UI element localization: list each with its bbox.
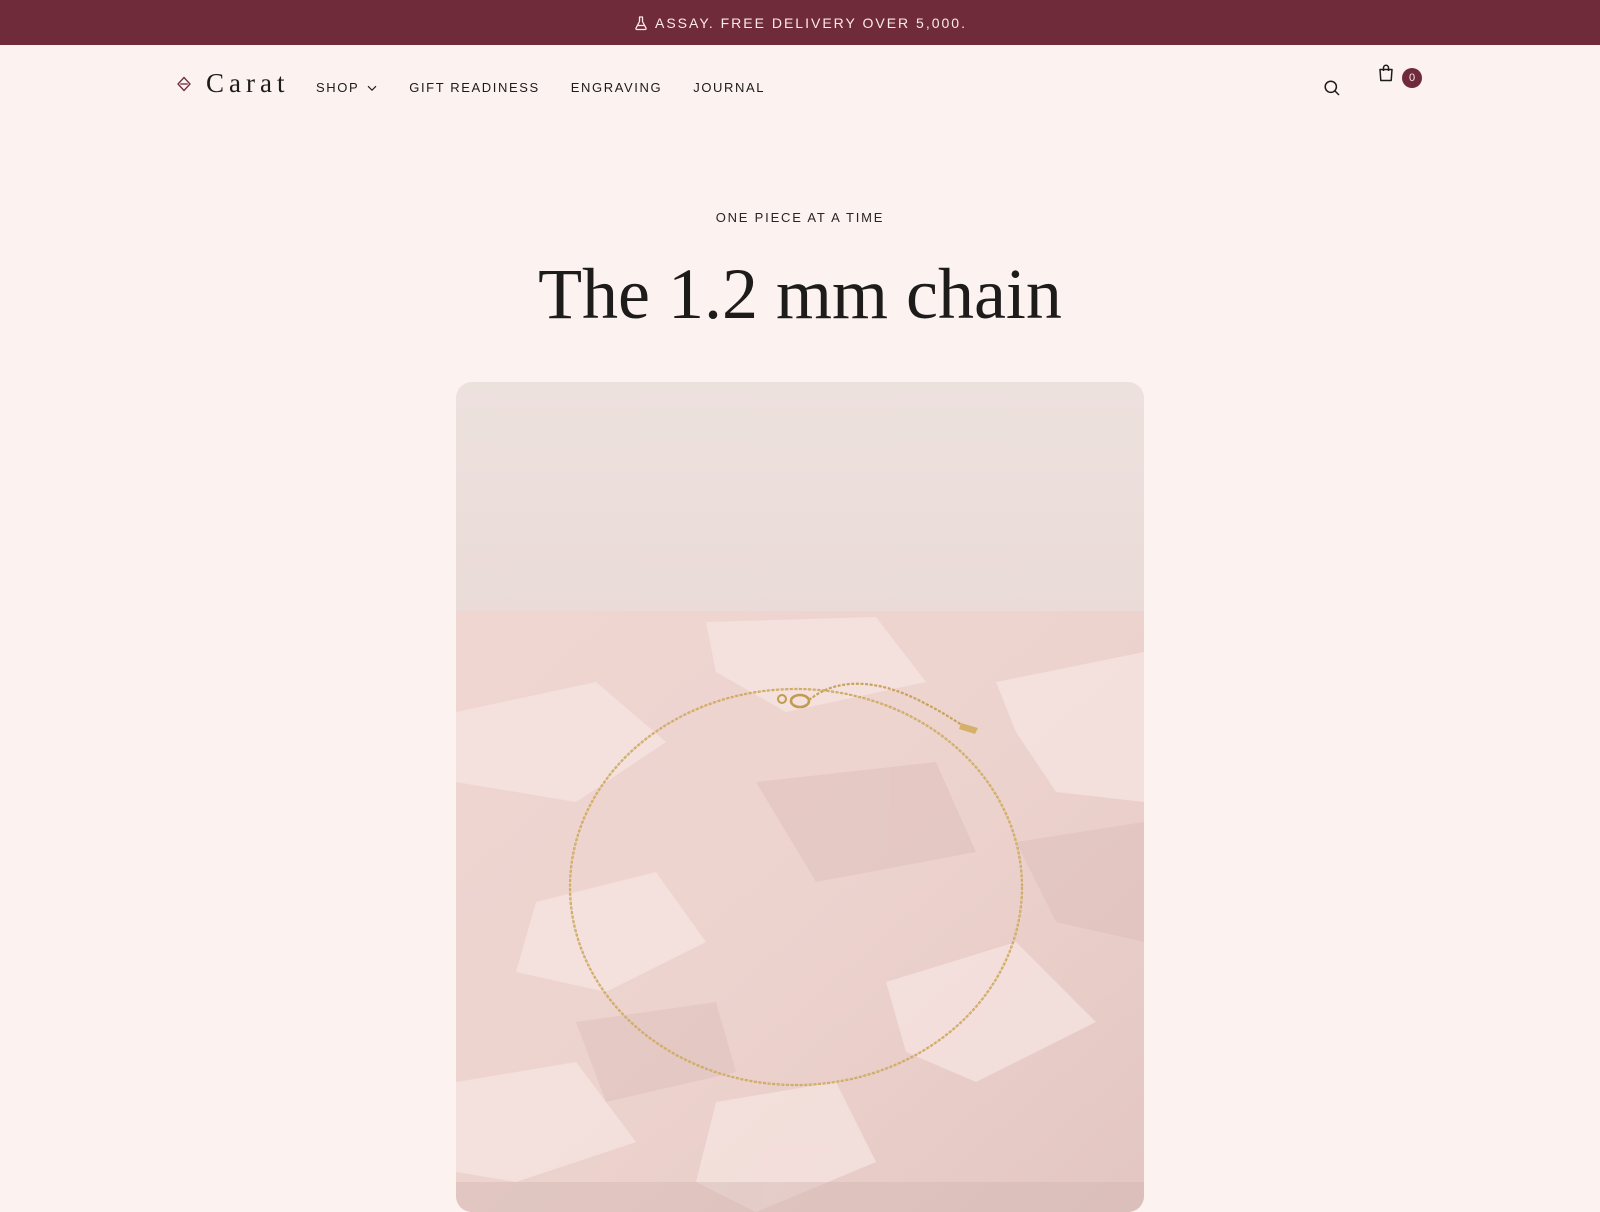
nav-item-gift-readiness[interactable]: GIFT READINESS bbox=[409, 80, 540, 95]
nav-item-shop[interactable]: SHOP bbox=[316, 80, 378, 95]
shopping-bag-icon bbox=[1376, 63, 1396, 83]
nav-item-label: SHOP bbox=[316, 80, 360, 95]
search-button[interactable] bbox=[1322, 78, 1342, 98]
hero-eyebrow: ONE PIECE AT A TIME bbox=[715, 210, 885, 225]
nav-item-engraving[interactable]: ENGRAVING bbox=[571, 80, 662, 95]
product-image bbox=[456, 382, 1144, 1212]
diamond-icon bbox=[176, 76, 192, 92]
gold-chain-necklace-image bbox=[456, 382, 1144, 1212]
logo-wordmark: Carat bbox=[206, 68, 290, 98]
cart-button[interactable]: 0 bbox=[1376, 63, 1426, 89]
announcement-text: ASSAY. FREE DELIVERY OVER 5,000. bbox=[655, 14, 967, 31]
search-icon bbox=[1323, 79, 1341, 97]
announcement-bar: ASSAY. FREE DELIVERY OVER 5,000. bbox=[0, 0, 1600, 45]
nav-item-journal[interactable]: JOURNAL bbox=[693, 80, 765, 95]
nav-item-label: JOURNAL bbox=[693, 80, 766, 95]
page-title: The 1.2 mm chain bbox=[538, 254, 1062, 334]
logo[interactable]: Carat bbox=[176, 68, 289, 99]
main-nav: SHOP GIFT READINESS ENGRAVING JOURNAL bbox=[316, 80, 796, 95]
nav-item-label: ENGRAVING bbox=[570, 80, 663, 95]
cart-count-badge: 0 bbox=[1402, 68, 1422, 88]
site-header: Carat SHOP GIFT READINESS ENGRAVING JOUR… bbox=[0, 45, 1600, 131]
chevron-down-icon bbox=[366, 82, 378, 94]
nav-item-label: GIFT READINESS bbox=[409, 80, 540, 95]
flask-icon bbox=[633, 15, 649, 31]
